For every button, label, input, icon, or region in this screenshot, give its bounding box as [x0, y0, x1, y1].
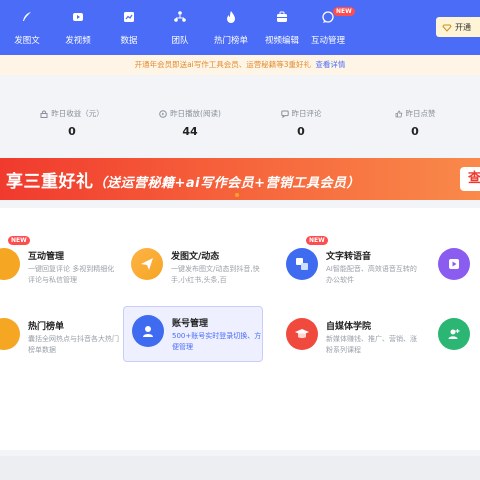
tool-desc: 一键回复评论 多视到精细化评论与私信管理 [28, 265, 115, 284]
banner-button[interactable]: 查 [460, 167, 480, 191]
nav-label: 互动管理 [310, 36, 345, 46]
tool-desc: 500+账号实时登录切换、方便管理 [172, 332, 262, 351]
tool-desc: 囊括全网热点与抖音各大热门榜单数据 [28, 335, 119, 354]
nav-item-hot-list[interactable]: 热门榜单 [206, 10, 256, 50]
nav-item-post-video[interactable]: 发视频 [53, 10, 103, 50]
tool-desc: 一键发布图文/动态到抖音,快手,小红书,头条,百 [171, 265, 260, 284]
video-icon [73, 13, 83, 21]
promo-banner[interactable]: 享三重好礼（送运营秘籍+ai写作会员+营销工具会员） 查 [0, 158, 480, 200]
nav-item-team[interactable]: 团队 [155, 10, 205, 50]
tool-icon [131, 248, 163, 280]
stat-comments: 昨日评论 0 [251, 108, 351, 138]
bottom-area [0, 456, 480, 480]
stat-value: 0 [297, 125, 305, 138]
carousel-dot[interactable] [235, 193, 239, 197]
thumbs-up-icon [395, 110, 402, 117]
promo-text: 开通年会员即送ai写作工具会员、运营秘籍等3重好礼 [134, 60, 312, 69]
tool-interaction-management[interactable]: NEW 互动管理 一键回复评论 多视到精细化评论与私信管理 [0, 236, 120, 296]
tool-title: 自媒体学院 [326, 322, 372, 332]
nav-item-interaction[interactable]: NEW 互动管理 [303, 7, 355, 50]
nav-label: 视频编辑 [264, 36, 299, 46]
add-user-icon [448, 329, 460, 339]
stat-value: 44 [182, 125, 198, 138]
banner-main: 享三重好礼 [6, 172, 94, 192]
stat-likes: 昨日点赞 0 [365, 108, 465, 138]
tool-partial-2[interactable] [430, 310, 480, 366]
nav-label: 发图文 [14, 36, 40, 46]
banner-text: 享三重好礼（送运营秘籍+ai写作会员+营销工具会员） [6, 167, 360, 192]
tool-desc: AI智能配音、高效语音互转的办公软件 [326, 265, 417, 284]
stat-value: 0 [68, 125, 76, 138]
new-badge: NEW [306, 236, 328, 245]
chart-icon [124, 12, 134, 22]
tool-icon [438, 318, 470, 350]
vip-diamond-icon [442, 24, 452, 32]
tool-media-academy[interactable]: 自媒体学院 新媒体赚钱、推广、营销、涨粉系列课程 [278, 310, 418, 366]
nav-label: 团队 [171, 36, 189, 46]
play-square-icon [449, 259, 459, 269]
stat-label: 昨日评论 [291, 109, 322, 118]
nav-item-data[interactable]: 数据 [104, 10, 154, 50]
stat-label: 昨日收益（元） [51, 109, 104, 118]
comment-icon [280, 110, 289, 118]
tool-text-to-speech[interactable]: NEW 文字转语音 AI智能配音、高效语音互转的办公软件 [278, 236, 418, 296]
new-badge: NEW [333, 7, 355, 16]
stat-label: 昨日播放(阅读) [170, 109, 221, 118]
tool-partial[interactable] [430, 240, 480, 296]
nav-label: 数据 [120, 36, 138, 46]
open-membership-button[interactable]: 开通 [436, 17, 480, 37]
lock-icon [40, 110, 48, 118]
tool-icon [0, 318, 20, 350]
promo-strip: 开通年会员即送ai写作工具会员、运营秘籍等3重好礼 查看详情 [0, 55, 480, 75]
tool-title: 热门榜单 [28, 322, 65, 332]
user-icon [143, 326, 153, 337]
nav-item-post-article[interactable]: 发图文 [2, 10, 52, 50]
tool-icon [132, 315, 164, 347]
paper-plane-icon [141, 258, 153, 270]
tool-title: 发图文/动态 [171, 252, 220, 262]
stat-plays: 昨日播放(阅读) 44 [140, 108, 240, 138]
open-button-label: 开通 [455, 22, 471, 32]
stat-income: 昨日收益（元） 0 [22, 108, 122, 138]
tool-title: 账号管理 [172, 319, 209, 329]
fire-icon [227, 11, 235, 23]
banner-sub: （送运营秘籍+ai写作会员+营销工具会员） [93, 176, 361, 191]
tool-title: 互动管理 [28, 252, 65, 262]
briefcase-icon [277, 11, 287, 22]
graduation-cap-icon [295, 329, 309, 339]
tool-post-article[interactable]: 发图文/动态 一键发布图文/动态到抖音,快手,小红书,头条,百 [123, 240, 263, 296]
translate-icon [296, 258, 308, 270]
tool-account-management[interactable]: 账号管理 500+账号实时登录切换、方便管理 [123, 306, 263, 362]
nav-label: 发视频 [65, 36, 91, 46]
nav-label: 热门榜单 [213, 36, 248, 46]
play-circle-icon [159, 109, 167, 118]
tool-title: 文字转语音 [326, 252, 372, 262]
new-badge: NEW [8, 236, 30, 245]
tool-icon [0, 248, 20, 280]
feather-icon [23, 12, 31, 21]
tool-icon [286, 318, 318, 350]
tool-icon [438, 248, 470, 280]
tool-icon [286, 248, 318, 280]
team-icon [174, 11, 186, 22]
tool-desc: 新媒体赚钱、推广、营销、涨粉系列课程 [326, 335, 417, 354]
nav-item-video-edit[interactable]: 视频编辑 [257, 10, 307, 50]
yesterday-stats: 昨日收益（元） 0 昨日播放(阅读) 44 昨日评论 0 昨日点赞 0 [0, 100, 480, 148]
stat-value: 0 [411, 125, 419, 138]
tools-panel: NEW 互动管理 一键回复评论 多视到精细化评论与私信管理 发图文/动态 一键发… [0, 208, 480, 450]
top-nav: 发图文 发视频 数据 团队 热门榜单 视频编辑 NEW 互动管理 开通 [0, 0, 480, 55]
stat-label: 昨日点赞 [405, 109, 436, 118]
promo-link[interactable]: 查看详情 [315, 60, 345, 69]
tool-hot-list[interactable]: 热门榜单 囊括全网热点与抖音各大热门榜单数据 [0, 310, 120, 366]
